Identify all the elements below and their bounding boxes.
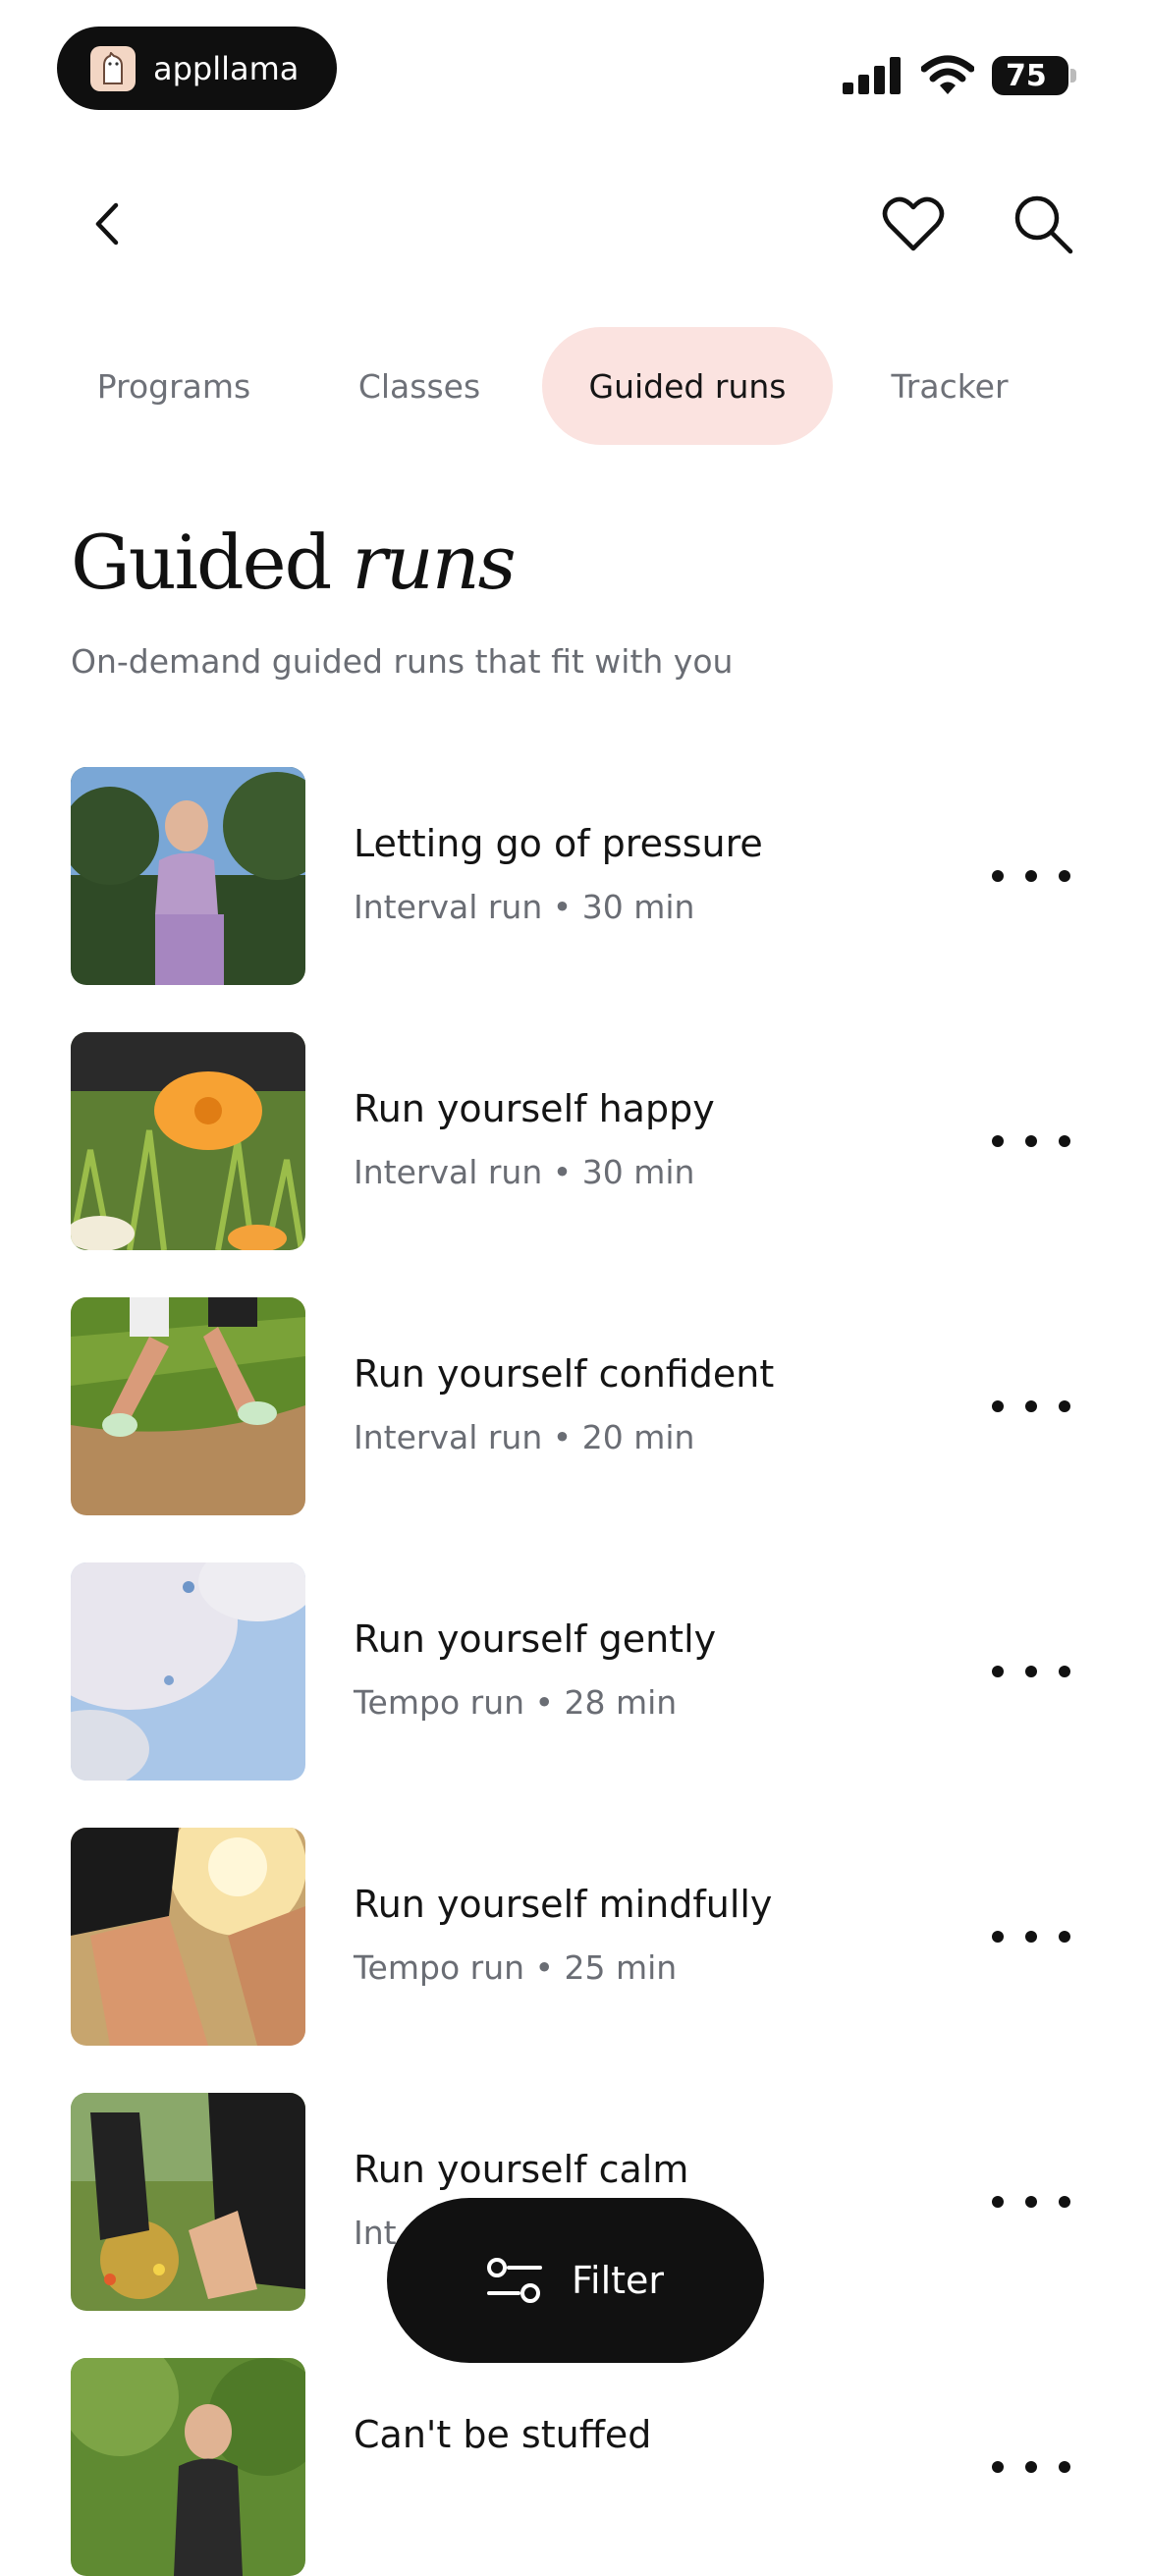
run-title: Run yourself confident — [354, 1352, 775, 1396]
list-item[interactable]: Run yourself gently Tempo run • 28 min — [0, 1562, 1149, 1781]
more-options-button[interactable] — [992, 1117, 1070, 1166]
page-title-italic: runs — [352, 519, 516, 606]
page-subtitle: On-demand guided runs that fit with you — [71, 642, 734, 681]
battery-tip — [1070, 69, 1076, 82]
more-dot — [1059, 1400, 1070, 1412]
run-meta: Tempo run • 28 min — [354, 1683, 678, 1722]
more-dot — [1059, 870, 1070, 882]
more-dot — [1025, 870, 1037, 882]
battery-level: 75 — [1006, 58, 1047, 93]
more-dot — [1025, 2461, 1037, 2473]
more-dot — [1025, 1666, 1037, 1677]
tab-label: Classes — [357, 366, 481, 406]
more-dot — [992, 870, 1004, 882]
more-dot — [1059, 2461, 1070, 2473]
run-title: Can't be stuffed — [354, 2413, 652, 2456]
tab-label: Programs — [96, 366, 251, 406]
brand-pill[interactable]: appllama — [57, 27, 337, 110]
tab-guided-runs[interactable]: Guided runs — [542, 327, 833, 445]
heart-icon — [882, 196, 945, 251]
more-options-button[interactable] — [992, 1382, 1070, 1431]
run-meta: Interval run • 20 min — [354, 1418, 695, 1456]
run-thumbnail — [71, 1297, 305, 1515]
more-dot — [1059, 1666, 1070, 1677]
run-thumbnail — [71, 2358, 305, 2576]
brand-name: appllama — [153, 49, 300, 87]
tab-classes[interactable]: Classes — [314, 327, 524, 445]
more-options-button[interactable] — [992, 851, 1070, 901]
top-nav — [0, 167, 1149, 275]
more-dot — [1059, 2196, 1070, 2208]
favorites-button[interactable] — [874, 185, 953, 263]
more-dot — [1059, 1135, 1070, 1147]
cellular-signal-icon — [843, 57, 901, 94]
more-dot — [1025, 1135, 1037, 1147]
run-title: Run yourself mindfully — [354, 1883, 773, 1926]
search-button[interactable] — [1004, 185, 1082, 263]
more-options-button[interactable] — [992, 2177, 1070, 2226]
run-meta: Tempo run • 25 min — [354, 1948, 678, 1987]
run-title: Letting go of pressure — [354, 822, 763, 865]
battery-icon: 75 — [992, 56, 1068, 95]
more-dot — [1025, 1931, 1037, 1943]
more-options-button[interactable] — [992, 1647, 1070, 1696]
list-item[interactable]: Run yourself mindfully Tempo run • 25 mi… — [0, 1828, 1149, 2046]
more-dot — [992, 1400, 1004, 1412]
run-thumbnail — [71, 1828, 305, 2046]
sliders-icon — [486, 2258, 542, 2303]
run-thumbnail — [71, 767, 305, 985]
run-title: Run yourself happy — [354, 1087, 715, 1130]
tab-programs[interactable]: Programs — [61, 327, 287, 445]
page-title-plain: Guided — [71, 519, 332, 606]
filter-label: Filter — [571, 2259, 665, 2302]
run-title: Run yourself gently — [354, 1617, 717, 1661]
page-title: Guided runs — [71, 519, 517, 606]
tab-tracker[interactable]: Tracker — [854, 327, 1045, 445]
chevron-left-icon — [95, 202, 119, 246]
run-title: Run yourself calm — [354, 2148, 689, 2191]
more-dot — [1059, 1931, 1070, 1943]
wifi-icon — [921, 55, 974, 94]
more-dot — [992, 2461, 1004, 2473]
run-thumbnail — [71, 1562, 305, 1781]
run-thumbnail — [71, 2093, 305, 2311]
more-dot — [992, 1666, 1004, 1677]
llama-logo-icon — [90, 45, 136, 91]
more-dot — [1025, 1400, 1037, 1412]
tab-label: Guided runs — [588, 366, 787, 406]
search-icon — [1014, 195, 1073, 254]
run-meta: Interval run • 30 min — [354, 888, 695, 926]
more-dot — [1025, 2196, 1037, 2208]
tab-label: Tracker — [891, 366, 1009, 406]
list-item[interactable]: Run yourself happy Interval run • 30 min — [0, 1032, 1149, 1250]
status-bar: appllama 75 — [0, 0, 1149, 137]
tab-bar: Programs Classes Guided runs Tracker — [0, 327, 1149, 445]
run-meta: Int — [354, 2214, 397, 2252]
list-item[interactable]: Letting go of pressure Interval run • 30… — [0, 767, 1149, 985]
more-dot — [992, 2196, 1004, 2208]
back-button[interactable] — [69, 185, 147, 263]
more-options-button[interactable] — [992, 2442, 1070, 2492]
run-meta: Interval run • 30 min — [354, 1153, 695, 1191]
filter-button[interactable]: Filter — [387, 2198, 764, 2363]
list-item[interactable]: Can't be stuffed — [0, 2358, 1149, 2576]
more-options-button[interactable] — [992, 1912, 1070, 1961]
list-item[interactable]: Run yourself confident Interval run • 20… — [0, 1297, 1149, 1515]
more-dot — [992, 1931, 1004, 1943]
more-dot — [992, 1135, 1004, 1147]
run-thumbnail — [71, 1032, 305, 1250]
